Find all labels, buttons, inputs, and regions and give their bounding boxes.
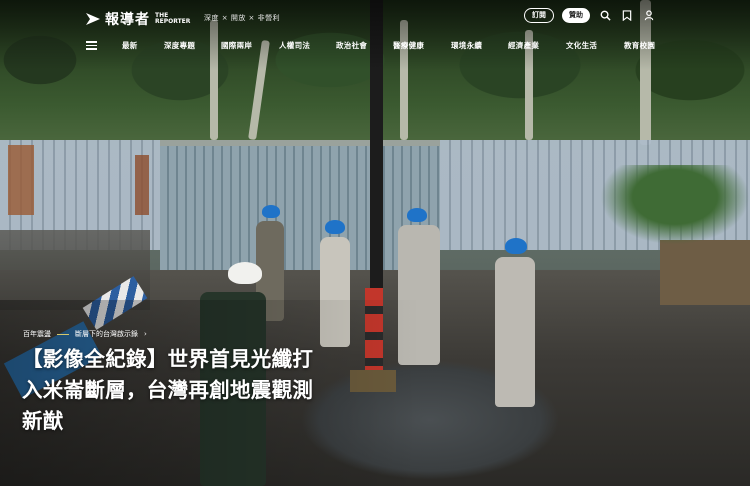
site-logo[interactable]: 報導者 THE REPORTER: [86, 9, 190, 29]
user-icon[interactable]: [642, 9, 656, 23]
shrubs: [600, 165, 750, 245]
tag-divider: [57, 333, 69, 335]
nav-item-features[interactable]: 深度專題: [164, 40, 195, 51]
logo-icon: [86, 12, 100, 26]
top-actions: 訂閱 贊助: [524, 8, 656, 23]
nav-item-international[interactable]: 國際兩岸: [221, 40, 252, 51]
nav-item-politics[interactable]: 政治社會: [336, 40, 367, 51]
hamburger-menu-icon[interactable]: [86, 41, 97, 50]
logo-en-line2: REPORTER: [155, 18, 191, 25]
search-icon[interactable]: [598, 9, 612, 23]
chevron-right-icon: ›: [144, 330, 147, 338]
headline-line: 入米崙斷層，台灣再創地震觀測: [22, 378, 314, 402]
nav-item-latest[interactable]: 最新: [122, 40, 138, 51]
nav-item-environment[interactable]: 環境永續: [451, 40, 482, 51]
nav-item-education[interactable]: 教育校園: [624, 40, 655, 51]
topic-tags: 百年震盪 斷層下的台灣啟示錄 ›: [23, 329, 147, 339]
nav-item-human-rights[interactable]: 人權司法: [279, 40, 310, 51]
nav-item-health[interactable]: 醫療健康: [393, 40, 424, 51]
topic-tag-secondary[interactable]: 斷層下的台灣啟示錄: [75, 329, 138, 339]
article-headline[interactable]: 【影像全紀錄】世界首見光纖打 入米崙斷層，台灣再創地震觀測 新猷: [22, 344, 362, 437]
main-nav: 最新 深度專題 國際兩岸 人權司法 政治社會 醫療健康 環境永續 經濟產業 文化…: [0, 38, 750, 54]
nav-item-economy[interactable]: 經濟產業: [508, 40, 539, 51]
topic-tag-primary[interactable]: 百年震盪: [23, 329, 51, 339]
logo-text: 報導者: [105, 12, 150, 28]
donate-button[interactable]: 贊助: [562, 8, 590, 23]
subscribe-button[interactable]: 訂閱: [524, 8, 554, 23]
tagline: 深度 × 開放 × 非營利: [204, 14, 281, 22]
headline-line: 【影像全紀錄】世界首見光纖打: [22, 347, 314, 371]
top-bar: 報導者 THE REPORTER 深度 × 開放 × 非營利 訂閱 贊助: [0, 0, 750, 34]
headline-line: 新猷: [22, 409, 64, 433]
rust-stain: [8, 145, 34, 215]
bookmark-icon[interactable]: [620, 9, 634, 23]
rust-stain: [135, 155, 149, 215]
logo-en: THE REPORTER: [155, 13, 190, 25]
nav-item-culture[interactable]: 文化生活: [566, 40, 597, 51]
debris: [660, 240, 750, 305]
